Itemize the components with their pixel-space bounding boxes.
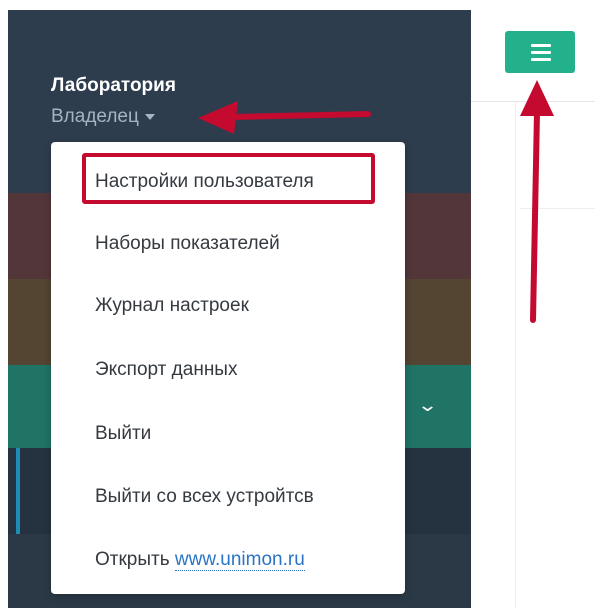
- menu-item-indicator-sets[interactable]: Наборы показателей: [95, 233, 280, 255]
- role-dropdown-toggle[interactable]: Владелец: [51, 106, 155, 128]
- menu-item-data-export[interactable]: Экспорт данных: [95, 359, 237, 381]
- hamburger-icon-line: [531, 51, 551, 54]
- hamburger-icon: [531, 44, 551, 47]
- annotation-arrow-up: [520, 80, 554, 323]
- chevron-down-icon[interactable]: ⌄: [417, 395, 438, 416]
- user-dropdown-menu: Настройки пользователя Наборы показателе…: [51, 142, 405, 594]
- menu-toggle-button[interactable]: [505, 31, 575, 73]
- role-label: Владелец: [51, 106, 139, 127]
- menu-item-settings-log[interactable]: Журнал настроек: [95, 295, 249, 317]
- content-divider: [515, 102, 516, 608]
- topbar-divider: [471, 101, 595, 102]
- menu-item-logout[interactable]: Выйти: [95, 423, 151, 445]
- active-indicator: [16, 448, 20, 534]
- menu-item-logout-all[interactable]: Выйти со всех устройтсв: [95, 486, 314, 508]
- caret-down-icon: [144, 113, 155, 120]
- annotation-highlight-box: [82, 153, 375, 204]
- menu-item-open-site[interactable]: Открыть www.unimon.ru: [95, 549, 305, 571]
- hamburger-icon-line: [531, 58, 551, 61]
- content-row-divider: [520, 208, 595, 209]
- org-title: Лаборатория: [51, 75, 176, 96]
- site-link[interactable]: www.unimon.ru: [174, 549, 305, 571]
- open-prefix: Открыть: [95, 549, 170, 570]
